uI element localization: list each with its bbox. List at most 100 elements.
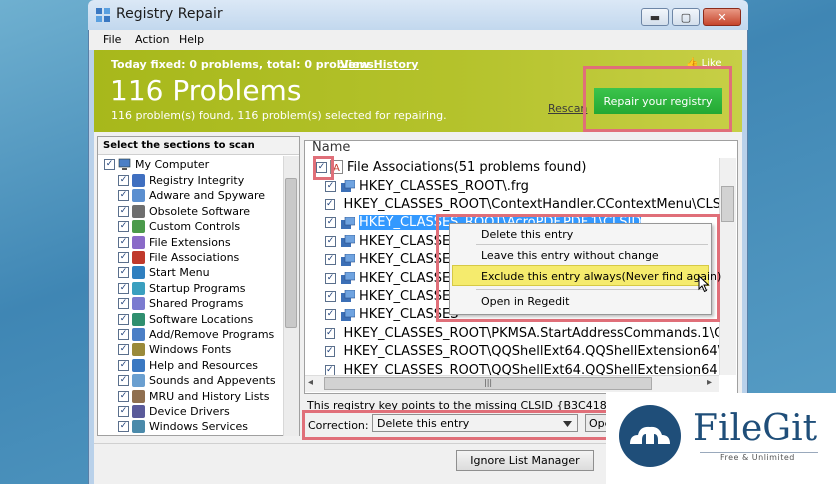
checkbox[interactable]: ✓: [325, 327, 335, 339]
menu-action[interactable]: Action: [135, 33, 169, 46]
registry-key-icon: [341, 235, 355, 248]
registry-key-icon: [341, 290, 355, 303]
tree-label: Shared Programs: [149, 297, 244, 311]
tree-item[interactable]: ✓ File Associations: [118, 250, 239, 265]
tree-item[interactable]: ✓ Start Menu: [118, 265, 210, 280]
problems-count-title: 116 Problems: [110, 74, 302, 107]
scroll-left-icon[interactable]: ◂: [308, 377, 313, 388]
checkbox[interactable]: ✓: [118, 375, 129, 387]
tree-item[interactable]: ✓ Startup Programs: [118, 281, 245, 296]
column-header-name[interactable]: Name: [312, 140, 350, 155]
section-icon: [132, 251, 145, 264]
tree-item[interactable]: ✓ Obsolete Software: [118, 204, 250, 219]
tree-item[interactable]: ✓ Shared Programs: [118, 296, 243, 311]
view-history-link[interactable]: View History: [340, 58, 418, 71]
tree-item[interactable]: ✓ Sounds and Appevents: [118, 373, 276, 388]
tree-item[interactable]: ✓ Device Drivers: [118, 404, 230, 419]
tree-item[interactable]: ✓ File Extensions: [118, 235, 231, 250]
group-row[interactable]: ✓ A File Associations(51 problems found): [316, 158, 586, 176]
maximize-button[interactable]: ▢: [672, 8, 700, 26]
checkbox[interactable]: ✓: [118, 298, 129, 310]
tree-item[interactable]: ✓ Software Locations: [118, 312, 253, 327]
tree-item[interactable]: ✓ MRU and History Lists: [118, 389, 269, 404]
checkbox[interactable]: ✓: [118, 390, 129, 402]
tree-item[interactable]: ✓ Custom Controls: [118, 219, 240, 234]
checkbox[interactable]: ✓: [325, 254, 336, 266]
tree-item[interactable]: ✓ Registry Integrity: [118, 173, 244, 188]
checkbox[interactable]: ✓: [118, 329, 129, 340]
checkbox[interactable]: ✓: [118, 252, 129, 263]
tree-item[interactable]: ✓ Add/Remove Programs: [118, 327, 274, 342]
rescan-link[interactable]: Rescan: [548, 102, 587, 115]
checkbox[interactable]: ✓: [118, 205, 129, 217]
section-icon: [132, 174, 145, 187]
checkbox[interactable]: ✓: [118, 221, 129, 233]
checkbox[interactable]: ✓: [325, 198, 335, 210]
tree-item[interactable]: ✓ Windows Fonts: [118, 342, 231, 357]
ctx-exclude-entry[interactable]: Exclude this entry always(Never find aga…: [481, 270, 721, 283]
tree-item[interactable]: ✓ Windows Services: [118, 419, 248, 434]
mouse-cursor-icon: [698, 275, 710, 293]
checkbox[interactable]: ✓: [325, 309, 336, 321]
table-row[interactable]: ✓ HKEY_CLASSES_ROOT\.frg: [325, 177, 719, 195]
ignore-list-manager-button[interactable]: Ignore List Manager: [456, 450, 594, 471]
checkbox[interactable]: ✓: [325, 217, 336, 229]
tree-label: Help and Resources: [149, 358, 258, 372]
tree-label: Software Locations: [149, 312, 254, 326]
tree-label: File Associations: [149, 251, 240, 264]
checkbox[interactable]: ✓: [325, 346, 335, 358]
correction-label: Correction:: [308, 419, 369, 432]
checkbox[interactable]: ✓: [118, 190, 129, 202]
fixed-summary: Today fixed: 0 problems, total: 0 proble…: [111, 58, 378, 71]
scroll-right-icon[interactable]: ▸: [707, 377, 712, 388]
checkbox[interactable]: ✓: [118, 236, 129, 248]
computer-icon: [118, 158, 131, 170]
checkbox[interactable]: ✓: [325, 364, 335, 376]
checkbox[interactable]: ✓: [118, 175, 129, 186]
section-icon: [132, 328, 145, 341]
section-icon: [132, 235, 145, 249]
table-row[interactable]: ✓ HKEY_CLASSES_ROOT\ContextHandler.CConte…: [325, 195, 719, 213]
checkbox[interactable]: ✓: [118, 267, 129, 279]
section-icon: [132, 389, 145, 403]
tree-item[interactable]: ✓ Adware and Spyware: [118, 188, 265, 203]
ctx-open-regedit[interactable]: Open in Regedit: [481, 295, 569, 308]
registry-key-label: HKEY_CLASSES_ROOT\PKMSA.StartAddressComm…: [343, 325, 719, 341]
checkbox[interactable]: ✓: [325, 235, 336, 247]
tree-item[interactable]: ✓ Help and Resources: [118, 358, 258, 373]
menu-help[interactable]: Help: [179, 33, 204, 46]
correction-select[interactable]: Delete this entry: [372, 414, 578, 432]
checkbox[interactable]: ✓: [118, 282, 129, 294]
sections-scroll-thumb[interactable]: [285, 178, 297, 328]
tree-label: MRU and History Lists: [149, 389, 270, 403]
ctx-delete-entry[interactable]: Delete this entry: [481, 228, 573, 241]
ctx-leave-entry[interactable]: Leave this entry without change: [481, 249, 659, 262]
section-icon: [132, 343, 145, 357]
tree-label: Adware and Spyware: [149, 189, 266, 203]
checkbox[interactable]: ✓: [325, 180, 336, 192]
app-icon: [96, 8, 110, 22]
chevron-down-icon: [563, 421, 572, 427]
ctx-separator: [476, 244, 708, 245]
checkbox[interactable]: ✓: [118, 344, 129, 356]
section-icon: [132, 358, 145, 372]
checkbox[interactable]: ✓: [118, 359, 129, 371]
close-icon: ✕: [717, 10, 727, 24]
menu-file[interactable]: File: [103, 33, 121, 46]
checkbox[interactable]: ✓: [104, 159, 115, 170]
checkbox[interactable]: ✓: [325, 290, 336, 302]
checkbox[interactable]: ✓: [118, 421, 129, 433]
checkbox[interactable]: ✓: [118, 406, 129, 417]
tree-root-my-computer[interactable]: ✓ My Computer: [104, 157, 209, 172]
section-icon: [132, 220, 145, 234]
table-row[interactable]: ✓ HKEY_CLASSES_ROOT\PKMSA.StartAddressCom…: [325, 324, 719, 342]
table-row[interactable]: ✓ HKEY_CLASSES_ROOT\QQShellExt64.QQShellE…: [325, 343, 719, 361]
tree-label: Obsolete Software: [149, 204, 250, 218]
checkbox[interactable]: ✓: [325, 272, 336, 284]
minimize-button[interactable]: ▬: [641, 8, 669, 26]
close-button[interactable]: ✕: [703, 8, 741, 26]
repair-registry-button[interactable]: Repair your registry: [594, 88, 722, 114]
checkbox[interactable]: ✓: [118, 313, 129, 325]
section-icon: [132, 312, 145, 326]
list-vscroll-thumb[interactable]: [721, 186, 734, 222]
